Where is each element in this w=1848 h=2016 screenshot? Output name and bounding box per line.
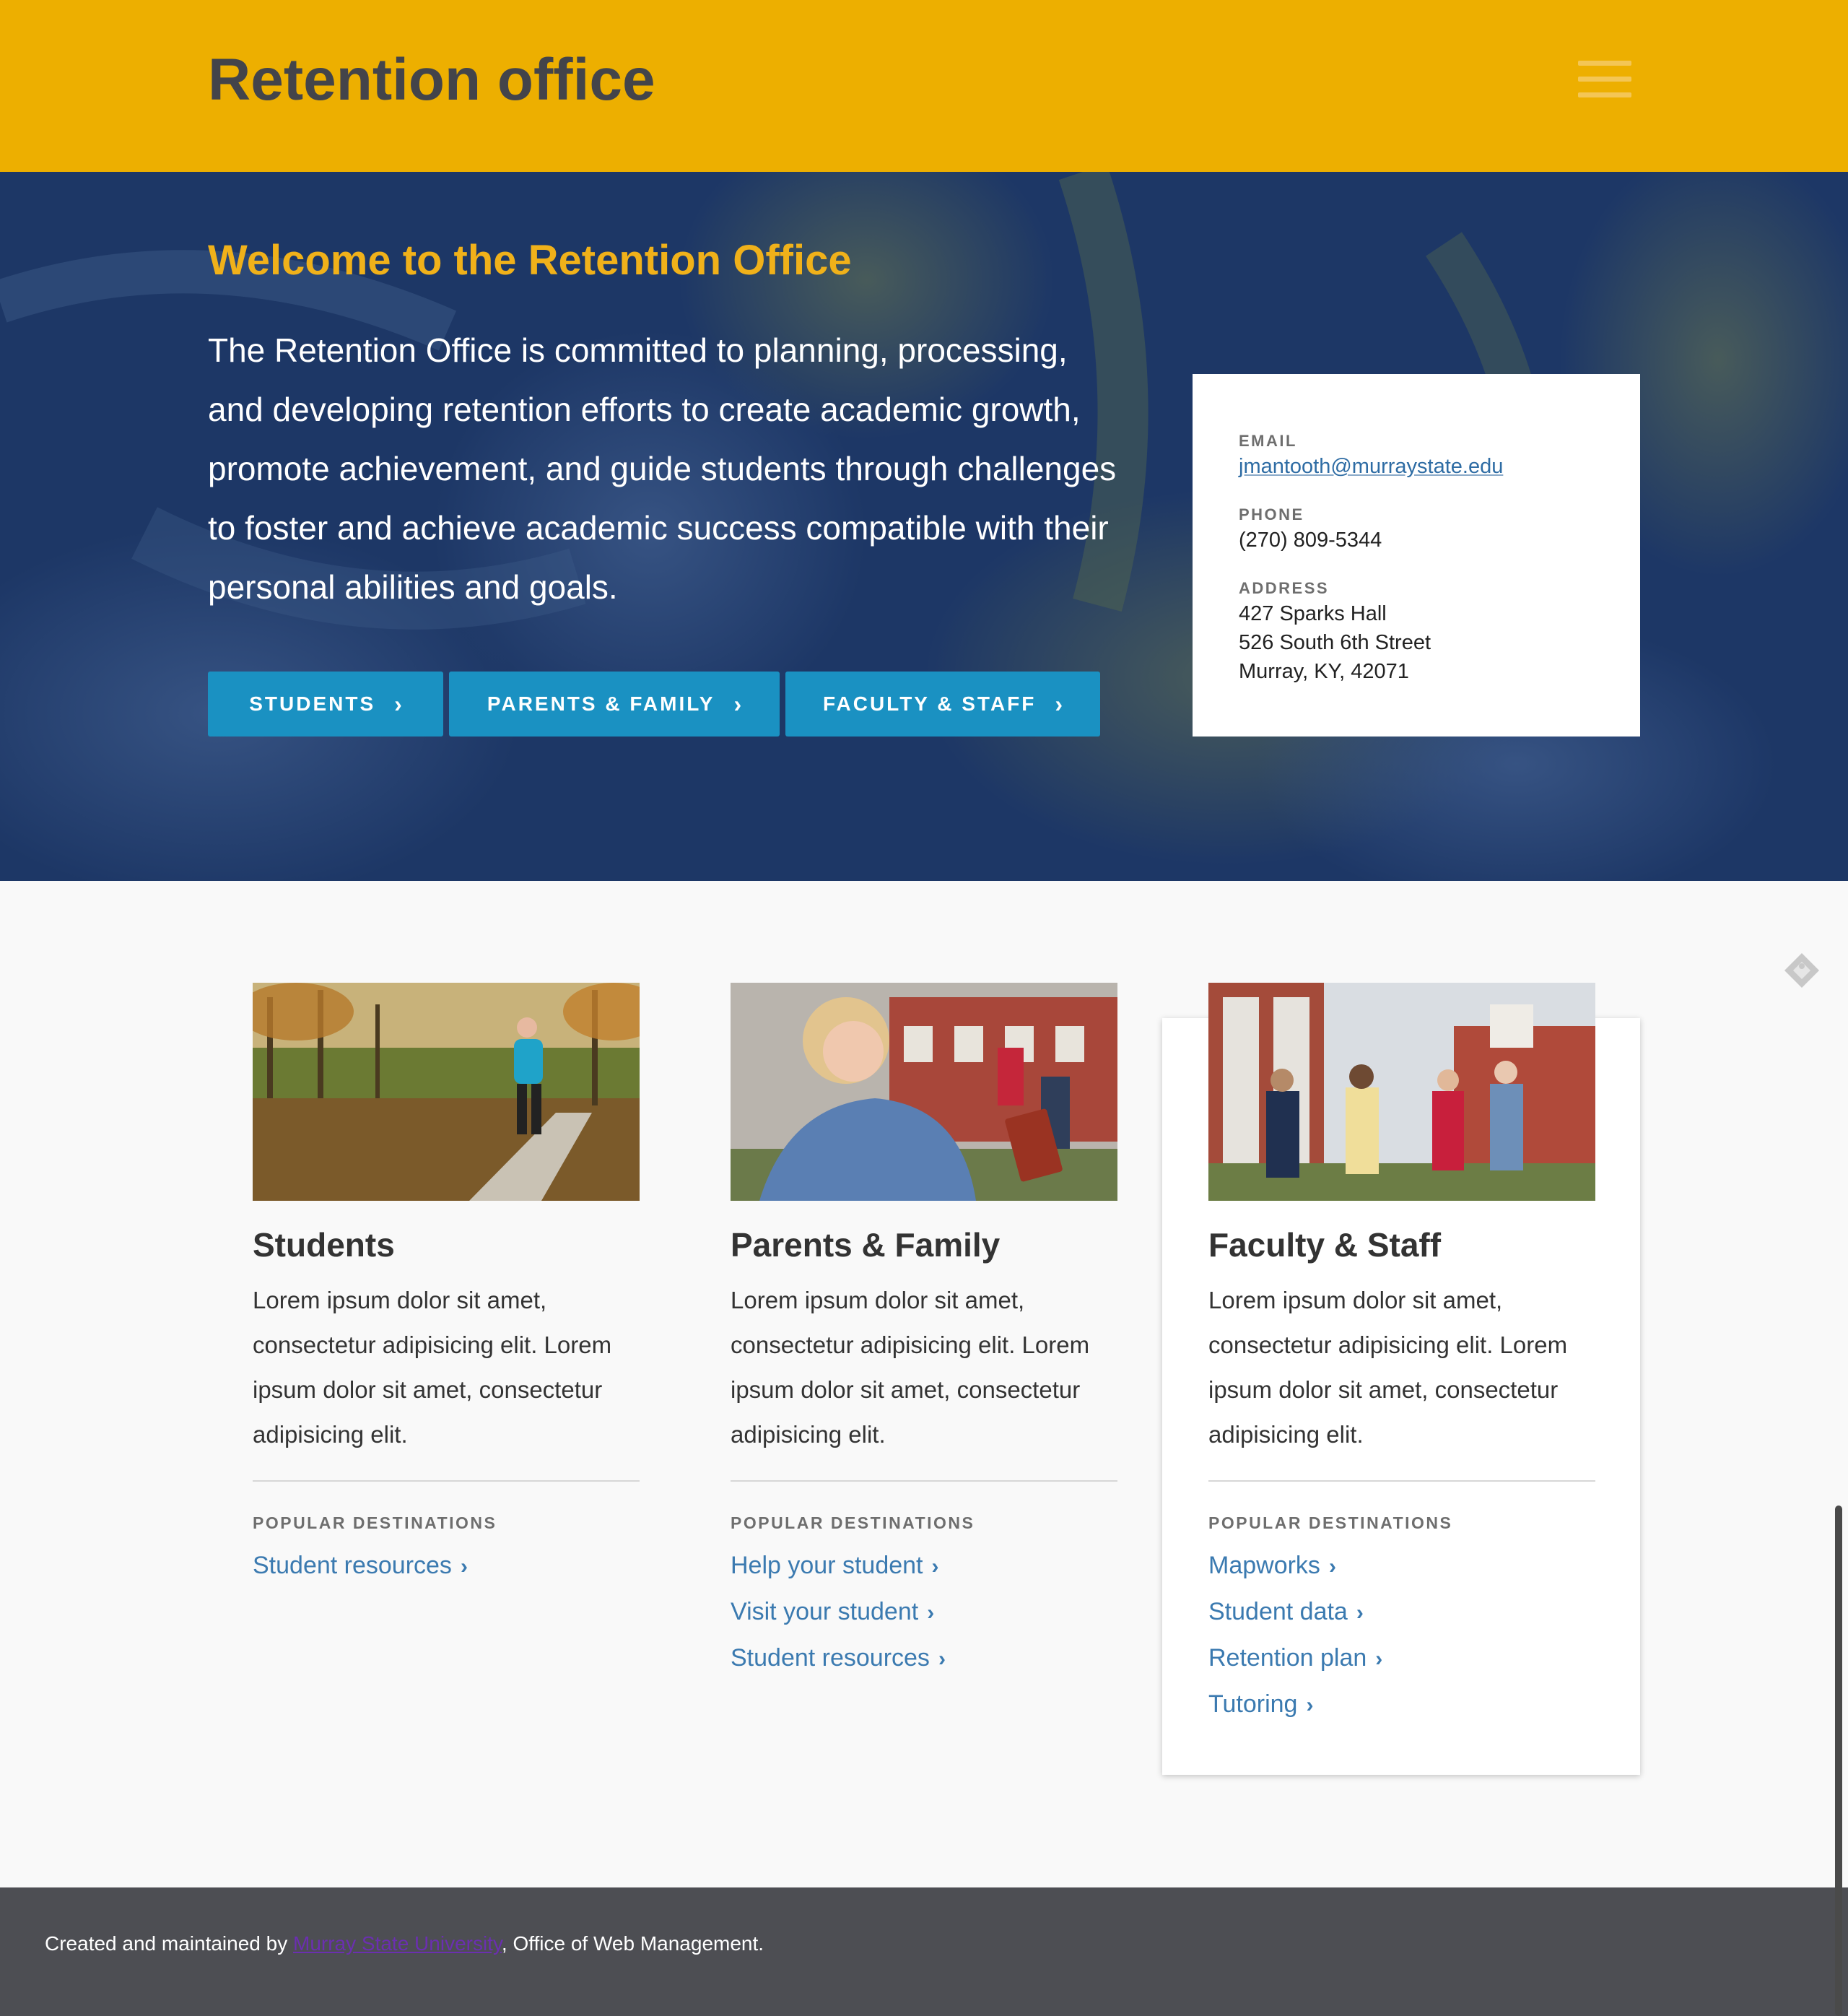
popular-destinations-label: POPULAR DESTINATIONS — [253, 1513, 497, 1533]
parents-family-card: Parents & Family Lorem ipsum dolor sit a… — [731, 983, 1117, 1682]
hamburger-menu-icon[interactable] — [1578, 61, 1631, 98]
chevron-right-icon: › — [1375, 1647, 1383, 1672]
faculty-staff-card: Faculty & Staff Lorem ipsum dolor sit am… — [1208, 983, 1595, 1728]
link-tutoring[interactable]: Tutoring › — [1208, 1682, 1595, 1728]
divider — [253, 1480, 640, 1482]
faculty-staff-button-label: FACULTY & STAFF — [822, 692, 1037, 715]
email-link[interactable]: jmantooth@murraystate.edu — [1239, 455, 1503, 478]
link-text: Help your student — [731, 1552, 923, 1580]
scrollbar-thumb[interactable] — [1835, 1506, 1842, 2016]
chevron-right-icon: › — [1356, 1601, 1364, 1625]
faculty-staff-card-body: Lorem ipsum dolor sit amet, consectetur … — [1208, 1287, 1568, 1448]
chevron-right-icon: › — [938, 1647, 946, 1672]
parents-family-card-image — [731, 983, 1117, 1201]
hero-title: Welcome to the Retention Office — [208, 237, 852, 284]
parents-family-button[interactable]: PARENTS & FAMILY › — [449, 672, 780, 737]
contact-card: EMAIL jmantooth@murraystate.edu PHONE (2… — [1193, 374, 1640, 737]
chevron-right-icon: › — [931, 1555, 939, 1579]
footer-suffix: , Office of Web Management. — [501, 1932, 764, 1955]
hero-description: The Retention Office is committed to pla… — [208, 331, 1117, 606]
address-line-2: 526 South 6th Street — [1239, 631, 1431, 654]
link-text: Visit your student — [731, 1598, 919, 1626]
chevron-right-icon: › — [460, 1555, 468, 1579]
site-header: Retention office — [0, 0, 1848, 172]
faculty-staff-button[interactable]: FACULTY & STAFF › — [785, 672, 1100, 737]
popular-destinations-list: Help your student › Visit your student › S… — [731, 1543, 1117, 1682]
chevron-right-icon: › — [1306, 1693, 1314, 1718]
footer-prefix: Created and maintained by — [45, 1932, 293, 1955]
students-card-title: Students — [253, 1226, 395, 1264]
faculty-staff-card-image — [1208, 983, 1595, 1201]
parents-family-card-title: Parents & Family — [731, 1226, 1001, 1264]
chevron-right-icon: › — [733, 690, 742, 717]
email-value: jmantooth@murraystate.edu — [1239, 452, 1503, 481]
link-text: Student data — [1208, 1598, 1348, 1626]
murray-state-link[interactable]: Murray State University — [293, 1932, 502, 1955]
students-card: Students Lorem ipsum dolor sit amet, con… — [253, 983, 640, 1589]
hero-section: Welcome to the Retention Office The Rete… — [0, 172, 1848, 881]
link-retention-plan[interactable]: Retention plan › — [1208, 1635, 1595, 1682]
divider — [1208, 1480, 1595, 1482]
link-student-data[interactable]: Student data › — [1208, 1589, 1595, 1635]
link-student-resources[interactable]: Student resources › — [731, 1635, 1117, 1682]
faculty-staff-card-title: Faculty & Staff — [1208, 1226, 1442, 1264]
address-line-1: 427 Sparks Hall — [1239, 602, 1387, 625]
link-text: Student resources — [253, 1552, 452, 1580]
chevron-right-icon: › — [1055, 690, 1063, 717]
phone-value: (270) 809-5344 — [1239, 529, 1382, 552]
link-text: Mapworks — [1208, 1552, 1320, 1580]
link-text: Tutoring — [1208, 1690, 1298, 1719]
phone-label: PHONE — [1239, 505, 1304, 523]
popular-destinations-list: Student resources › — [253, 1543, 640, 1589]
site-footer: Created and maintained by Murray State U… — [0, 1887, 1848, 2016]
parents-family-card-body: Lorem ipsum dolor sit amet, consectetur … — [731, 1287, 1090, 1448]
link-visit-your-student[interactable]: Visit your student › — [731, 1589, 1117, 1635]
link-help-your-student[interactable]: Help your student › — [731, 1543, 1117, 1589]
tag-icon[interactable] — [1783, 952, 1821, 989]
footer-credit: Created and maintained by Murray State U… — [45, 1932, 764, 1955]
address-label: ADDRESS — [1239, 579, 1330, 597]
divider — [731, 1480, 1117, 1482]
chevron-right-icon: › — [394, 690, 402, 717]
students-card-body: Lorem ipsum dolor sit amet, consectetur … — [253, 1287, 612, 1448]
chevron-right-icon: › — [1328, 1555, 1336, 1579]
students-card-image — [253, 983, 640, 1201]
site-title[interactable]: Retention office — [208, 47, 655, 113]
popular-destinations-label: POPULAR DESTINATIONS — [731, 1513, 975, 1533]
link-mapworks[interactable]: Mapworks › — [1208, 1543, 1595, 1589]
link-student-resources[interactable]: Student resources › — [253, 1543, 640, 1589]
address-line-3: Murray, KY, 42071 — [1239, 660, 1409, 683]
link-text: Retention plan — [1208, 1644, 1367, 1672]
link-text: Student resources — [731, 1644, 930, 1672]
chevron-right-icon: › — [927, 1601, 935, 1625]
popular-destinations-list: Mapworks › Student data › Retention plan › … — [1208, 1543, 1595, 1728]
parents-family-button-label: PARENTS & FAMILY — [487, 692, 715, 715]
students-button-label: STUDENTS — [249, 692, 376, 715]
popular-destinations-label: POPULAR DESTINATIONS — [1208, 1513, 1453, 1533]
email-label: EMAIL — [1239, 432, 1297, 450]
students-button[interactable]: STUDENTS › — [208, 672, 443, 737]
